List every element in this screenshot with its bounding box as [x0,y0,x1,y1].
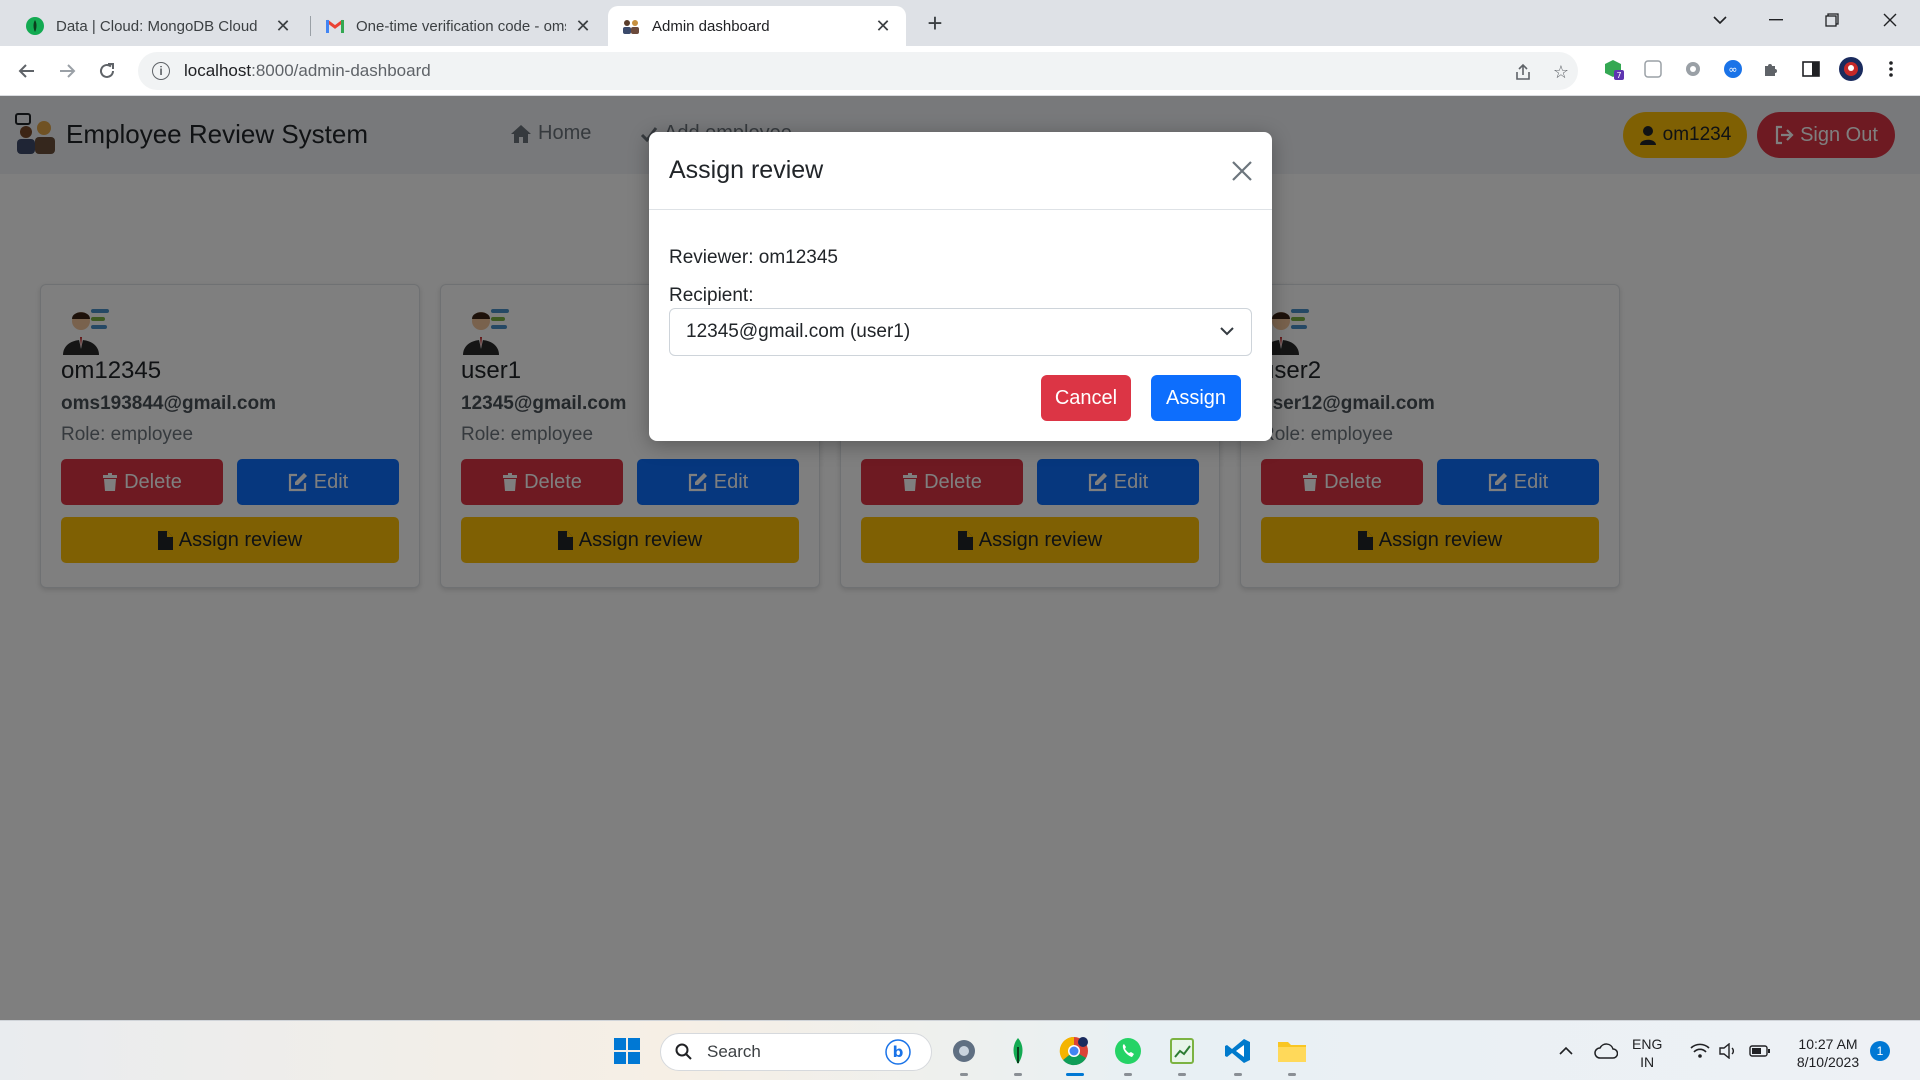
team-icon [622,17,640,35]
file-explorer-icon[interactable] [1276,1035,1308,1067]
assign-review-modal: Assign review Reviewer: om12345 Recipien… [649,132,1272,441]
browser-tabstrip: Data | Cloud: MongoDB Cloud ✕ One-time v… [0,0,1920,46]
chevron-down-icon [1220,327,1234,336]
extensions-puzzle-icon[interactable] [1758,56,1784,82]
svg-text:b: b [893,1043,904,1061]
modal-title: Assign review [669,156,824,184]
running-indicator [1124,1073,1132,1076]
input-language[interactable]: ENG IN [1632,1035,1662,1071]
active-indicator [1066,1073,1084,1076]
side-panel-icon[interactable] [1798,56,1824,82]
chevron-up-icon[interactable] [1550,1035,1582,1067]
window-close-button[interactable] [1862,0,1918,40]
new-tab-button[interactable]: + [920,8,950,38]
running-indicator [1014,1073,1022,1076]
volume-icon[interactable] [1712,1035,1744,1067]
browser-menu-icon[interactable] [1878,56,1904,82]
recipient-selected-value: 12345@gmail.com (user1) [686,321,911,342]
extension-gear-icon[interactable] [1680,56,1706,82]
tab-search-chevron-icon[interactable] [1692,0,1748,40]
restore-button[interactable] [1804,0,1860,40]
notepad-chart-icon[interactable] [1166,1035,1198,1067]
vscode-icon[interactable] [1222,1035,1254,1067]
running-indicator [1178,1073,1186,1076]
reviewer-text: Reviewer: om12345 [669,247,838,268]
whatsapp-icon[interactable] [1112,1035,1144,1067]
share-icon[interactable] [1512,61,1534,83]
url-input[interactable]: i localhost:8000/admin-dashboard ☆ [138,52,1578,90]
extension-green-cube-icon[interactable]: 7 [1600,56,1626,82]
modal-header: Assign review [649,132,1272,210]
onedrive-cloud-icon[interactable] [1590,1035,1622,1067]
notification-badge[interactable]: 1 [1870,1041,1890,1061]
notification-count: 1 [1876,1044,1884,1058]
close-icon[interactable]: ✕ [874,16,892,36]
recipient-select[interactable]: 12345@gmail.com (user1) [669,308,1252,356]
url-host: localhost [184,61,252,80]
tab-separator [310,16,311,36]
close-icon[interactable]: ✕ [274,16,292,36]
tab-title: One-time verification code - oms [356,17,566,35]
svg-text:∞: ∞ [1728,63,1737,76]
mongodb-compass-icon[interactable] [1002,1035,1034,1067]
chrome-icon[interactable] [1058,1035,1090,1067]
gmail-icon [326,17,344,35]
region-code: IN [1640,1054,1655,1070]
url-path: :8000/admin-dashboard [251,61,431,80]
forward-arrow-icon[interactable] [52,56,82,86]
search-icon [675,1043,692,1060]
clock[interactable]: 10:27 AM 8/10/2023 [1788,1035,1868,1071]
recipient-label: Recipient: [669,285,754,306]
tab-title: Data | Cloud: MongoDB Cloud [56,17,258,35]
cancel-button[interactable]: Cancel [1041,375,1131,421]
close-icon[interactable]: ✕ [574,16,592,36]
search-placeholder: Search [707,1042,761,1061]
svg-text:7: 7 [1616,71,1621,80]
windows-taskbar: Search b ENG IN 10:27 AM 8/10/2023 1 [0,1020,1920,1080]
bing-icon: b [885,1039,911,1065]
tab-gmail[interactable]: One-time verification code - oms ✕ [312,6,606,46]
assign-button[interactable]: Assign [1151,375,1241,421]
tab-admin-dashboard[interactable]: Admin dashboard ✕ [608,6,906,46]
bookmark-star-icon[interactable]: ☆ [1550,61,1572,83]
mongodb-leaf-icon [26,17,44,35]
extension-shield-icon[interactable] [1640,56,1666,82]
reload-icon[interactable] [92,56,122,86]
modal-close-icon[interactable] [1227,156,1257,186]
language-code: ENG [1632,1036,1663,1052]
profile-avatar-icon[interactable] [1838,56,1864,82]
windows-start-icon[interactable] [611,1035,643,1067]
running-indicator [1288,1073,1296,1076]
settings-gear-icon[interactable] [948,1035,980,1067]
address-bar-row: i localhost:8000/admin-dashboard ☆ 7 ∞ [0,46,1920,96]
back-arrow-icon[interactable] [12,56,42,86]
tab-title: Admin dashboard [652,17,770,35]
tab-mongodb[interactable]: Data | Cloud: MongoDB Cloud ✕ [12,6,306,46]
taskbar-search[interactable]: Search b [660,1033,932,1071]
minimize-button[interactable] [1748,0,1804,40]
clock-date: 8/10/2023 [1796,1054,1860,1070]
site-info-icon[interactable]: i [152,62,170,80]
extension-infinity-icon[interactable]: ∞ [1720,56,1746,82]
running-indicator [1234,1073,1242,1076]
running-indicator [960,1073,968,1076]
clock-time: 10:27 AM [1798,1036,1858,1052]
battery-icon[interactable] [1744,1035,1776,1067]
